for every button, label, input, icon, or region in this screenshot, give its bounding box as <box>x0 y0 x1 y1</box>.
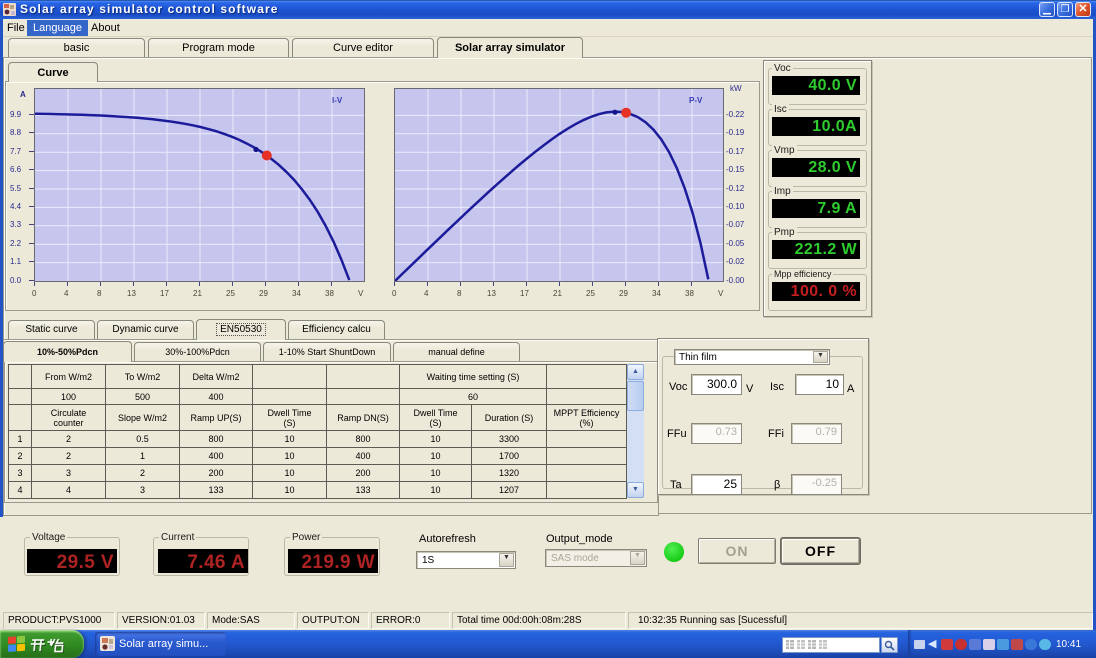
svg-text:P-V: P-V <box>689 96 703 105</box>
svg-text:I-V: I-V <box>332 96 343 105</box>
